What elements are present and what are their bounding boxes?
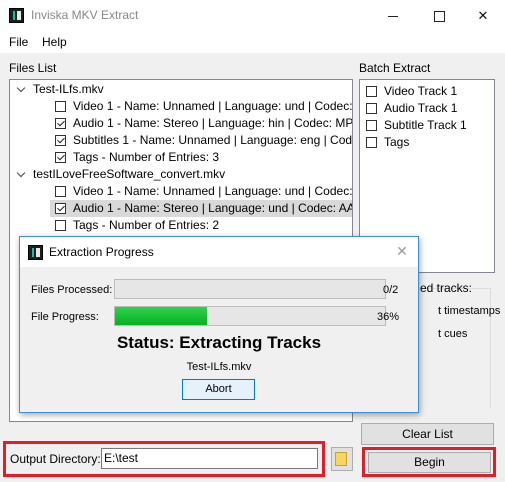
option-timestamps-label[interactable]: t timestamps	[438, 305, 500, 317]
track-checkbox[interactable]	[55, 101, 66, 112]
menu-bar	[0, 31, 505, 53]
track-checkbox[interactable]	[55, 186, 66, 197]
track-checkbox[interactable]	[55, 135, 66, 146]
minimize-icon	[388, 16, 398, 18]
batch-item-label: Tags	[384, 135, 410, 149]
abort-button[interactable]: Abort	[182, 379, 255, 400]
batch-item-label: Audio Track 1	[384, 101, 458, 115]
track-label: Video 1 - Name: Unnamed | Language: und …	[73, 184, 353, 198]
batch-checkbox[interactable]	[366, 103, 377, 114]
tree-track-item[interactable]: Tags - Number of Entries: 2	[50, 217, 352, 234]
menu-file[interactable]: File	[9, 35, 28, 49]
minimize-button[interactable]	[370, 0, 416, 31]
current-file-name: Test-ILfs.mkv	[186, 361, 252, 373]
chevron-down-icon[interactable]	[17, 170, 26, 179]
track-checkbox[interactable]	[55, 220, 66, 231]
tree-track-item[interactable]: Subtitles 1 - Name: Unnamed | Language: …	[50, 132, 352, 149]
option-cues-label[interactable]: t cues	[438, 328, 467, 340]
batch-item[interactable]: Audio Track 1	[360, 100, 494, 117]
window-title: Inviska MKV Extract	[31, 8, 139, 22]
batch-item-label: Subtitle Track 1	[384, 118, 467, 132]
tree-track-item[interactable]: Audio 1 - Name: Stereo | Language: und |…	[50, 200, 352, 217]
begin-button[interactable]: Begin	[368, 452, 491, 473]
file-progress-label: File Progress:	[31, 311, 99, 323]
batch-item[interactable]: Tags	[360, 134, 494, 151]
batch-checkbox[interactable]	[366, 120, 377, 131]
maximize-button[interactable]	[416, 0, 462, 31]
clear-list-button[interactable]: Clear List	[361, 423, 494, 445]
close-button[interactable]: ✕	[460, 0, 505, 31]
files-processed-value: 0/2	[383, 284, 399, 296]
tree-file-item[interactable]: testILoveFreeSoftware_convert.mkv	[10, 166, 352, 183]
batch-checkbox[interactable]	[366, 137, 377, 148]
close-icon: ✕	[396, 243, 408, 259]
tree-track-item[interactable]: Video 1 - Name: Unnamed | Language: und …	[50, 183, 352, 200]
tree-track-item[interactable]: Tags - Number of Entries: 3	[50, 149, 352, 166]
tree-track-item[interactable]: Audio 1 - Name: Stereo | Language: hin |…	[50, 115, 352, 132]
folder-icon	[335, 452, 347, 466]
app-logo-icon	[28, 245, 43, 260]
track-label: Tags - Number of Entries: 3	[73, 150, 220, 164]
batch-extract-label: Batch Extract	[359, 61, 431, 75]
close-icon: ✕	[477, 8, 489, 23]
track-label: Audio 1 - Name: Stereo | Language: hin |…	[73, 116, 353, 130]
file-progress-bar	[114, 306, 386, 326]
tree-file-item[interactable]: Test-ILfs.mkv	[10, 81, 352, 98]
file-progress-fill	[115, 307, 207, 325]
dialog-close-button[interactable]: ✕	[392, 241, 412, 261]
maximize-icon	[433, 11, 445, 23]
output-directory-label: Output Directory:	[10, 452, 101, 466]
batch-checkbox[interactable]	[366, 86, 377, 97]
track-label: Subtitles 1 - Name: Unnamed | Language: …	[73, 133, 353, 147]
tree-track-item[interactable]: Video 1 - Name: Unnamed | Language: und …	[50, 98, 352, 115]
files-list-label: Files List	[9, 61, 57, 75]
options-group-title: ed tracks:	[420, 281, 473, 295]
batch-item[interactable]: Subtitle Track 1	[360, 117, 494, 134]
output-directory-input[interactable]: E:\test	[101, 448, 318, 469]
tree-file-name: testILoveFreeSoftware_convert.mkv	[33, 167, 226, 181]
file-progress-value: 36%	[377, 311, 400, 323]
track-checkbox[interactable]	[55, 203, 66, 214]
files-processed-progress-bar	[114, 279, 386, 299]
app-logo-icon	[9, 8, 24, 23]
menu-help[interactable]: Help	[42, 35, 67, 49]
track-label: Tags - Number of Entries: 2	[73, 218, 220, 232]
track-label: Audio 1 - Name: Stereo | Language: und |…	[73, 201, 353, 215]
track-label: Video 1 - Name: Unnamed | Language: und …	[73, 99, 353, 113]
track-checkbox[interactable]	[55, 118, 66, 129]
status-text: Status: Extracting Tracks	[116, 333, 322, 352]
extraction-progress-dialog: Extraction Progress ✕ Files Processed: 0…	[19, 236, 419, 413]
dialog-title: Extraction Progress	[49, 245, 154, 259]
batch-item-label: Video Track 1	[384, 84, 458, 98]
tree-file-name: Test-ILfs.mkv	[33, 82, 104, 96]
batch-item[interactable]: Video Track 1	[360, 83, 494, 100]
chevron-down-icon[interactable]	[17, 85, 26, 94]
files-processed-label: Files Processed:	[31, 284, 113, 296]
track-checkbox[interactable]	[55, 152, 66, 163]
